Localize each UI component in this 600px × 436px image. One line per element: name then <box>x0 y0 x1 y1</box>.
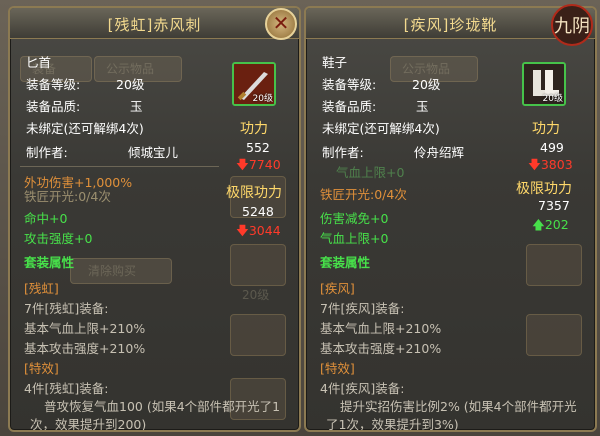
attr-hp: 气血上限+0 <box>320 231 389 246</box>
special-requirement: 4件[残虹]装备: <box>24 381 109 396</box>
special-requirement: 4件[疾风]装备: <box>320 381 405 396</box>
set-header: 套装属性 <box>24 255 75 270</box>
power-label: 功力 <box>240 121 268 137</box>
game-logo: 九阴 <box>548 2 596 48</box>
set-requirement: 7件[残虹]装备: <box>24 301 109 316</box>
ghost-item-slot-2 <box>230 244 286 286</box>
item-tooltip-right: 公示物品 [疾风]珍珑靴 鞋子 装备等级: 20级 装备品质: 玉 未绑定(还可… <box>304 6 597 432</box>
level-value: 20级 <box>116 77 145 92</box>
set-bonus-attack: 基本攻击强度+210% <box>24 341 146 356</box>
level-value: 20级 <box>412 77 441 92</box>
attr-damage-reduction: 伤害减免+0 <box>320 211 389 226</box>
item-icon: 20级 <box>232 62 276 106</box>
arrow-up-icon: 🡅 <box>532 217 545 232</box>
power-delta: 🡇7740 <box>236 157 281 172</box>
arrow-down-icon: 🡇 <box>236 157 249 172</box>
blacksmith-count: 铁匠开光:0/4次 <box>320 187 407 202</box>
ghost-hp-line: 气血上限+0 <box>336 165 405 180</box>
level-label: 装备等级: <box>322 77 377 92</box>
maker-label: 制作者: <box>322 145 364 160</box>
logo-icon: 九阴 <box>551 4 593 46</box>
icon-level: 20级 <box>542 94 563 104</box>
power-value: 499 <box>540 140 564 155</box>
maker-label: 制作者: <box>26 145 68 160</box>
set-header: 套装属性 <box>320 255 371 270</box>
special-header: [特效] <box>320 361 355 376</box>
bind-status: 未绑定(还可解绑4次) <box>26 121 144 136</box>
power-label: 功力 <box>532 121 560 137</box>
icon-level: 20级 <box>252 94 273 104</box>
divider <box>20 166 219 167</box>
attr-hit: 命中+0 <box>24 211 68 226</box>
attr-attack-power: 攻击强度+0 <box>24 231 93 246</box>
set-bonus-hp: 基本气血上限+210% <box>320 321 442 336</box>
quality-value: 玉 <box>416 99 429 114</box>
ghost-blacksmith: 铁匠开光:0/4次 <box>24 189 111 204</box>
item-tooltip-left: 装备 公示物品 清除购买 20级 [残虹]赤风刺 ✕ 匕首 装备等级: 20级 … <box>8 6 301 432</box>
ghost-item-slot-3 <box>230 314 286 356</box>
set-name: [疾风] <box>320 281 355 296</box>
close-button[interactable]: ✕ <box>265 8 297 40</box>
arrow-down-icon: 🡇 <box>236 223 249 238</box>
ghost-row-label: 清除购买 <box>88 264 137 278</box>
svg-text:九阴: 九阴 <box>554 16 590 37</box>
max-power-value: 5248 <box>242 204 274 219</box>
special-description: 提升实招伤害比例2% (如果4个部件都开光了1次，效果提升到3%) <box>326 399 577 432</box>
ghost-item-slot-1 <box>526 244 582 286</box>
ghost-item-slot-2 <box>526 314 582 356</box>
quality-label: 装备品质: <box>26 99 81 114</box>
quality-value: 玉 <box>130 99 143 114</box>
item-title: [残虹]赤风刺 <box>107 16 202 34</box>
power-delta: 🡇3803 <box>528 157 573 172</box>
max-power-delta: 🡇3044 <box>236 223 281 238</box>
set-bonus-hp: 基本气血上限+210% <box>24 321 146 336</box>
maker-value: 倾城宝儿 <box>128 145 179 160</box>
power-value: 552 <box>246 140 270 155</box>
item-type: 鞋子 <box>322 55 348 70</box>
level-label: 装备等级: <box>26 77 81 92</box>
title-bar: [残虹]赤风刺 <box>10 8 299 39</box>
max-power-delta: 🡅202 <box>532 217 569 232</box>
maker-value: 伶舟绍辉 <box>414 145 465 160</box>
max-power-label: 极限功力 <box>226 185 282 201</box>
bind-status: 未绑定(还可解绑4次) <box>322 121 440 136</box>
close-icon: ✕ <box>272 11 290 35</box>
set-requirement: 7件[疾风]装备: <box>320 301 405 316</box>
set-bonus-attack: 基本攻击强度+210% <box>320 341 442 356</box>
special-description: 普攻恢复气血100 (如果4个部件都开光了1次，效果提升到200) <box>30 399 281 432</box>
arrow-down-icon: 🡇 <box>528 157 541 172</box>
max-power-label: 极限功力 <box>516 181 572 197</box>
special-header: [特效] <box>24 361 59 376</box>
item-type: 匕首 <box>26 55 52 70</box>
ghost-slot-level: 20级 <box>242 288 270 302</box>
item-icon: 20级 <box>522 62 566 106</box>
set-name: [残虹] <box>24 281 59 296</box>
quality-label: 装备品质: <box>322 99 377 114</box>
max-power-value: 7357 <box>538 198 570 213</box>
